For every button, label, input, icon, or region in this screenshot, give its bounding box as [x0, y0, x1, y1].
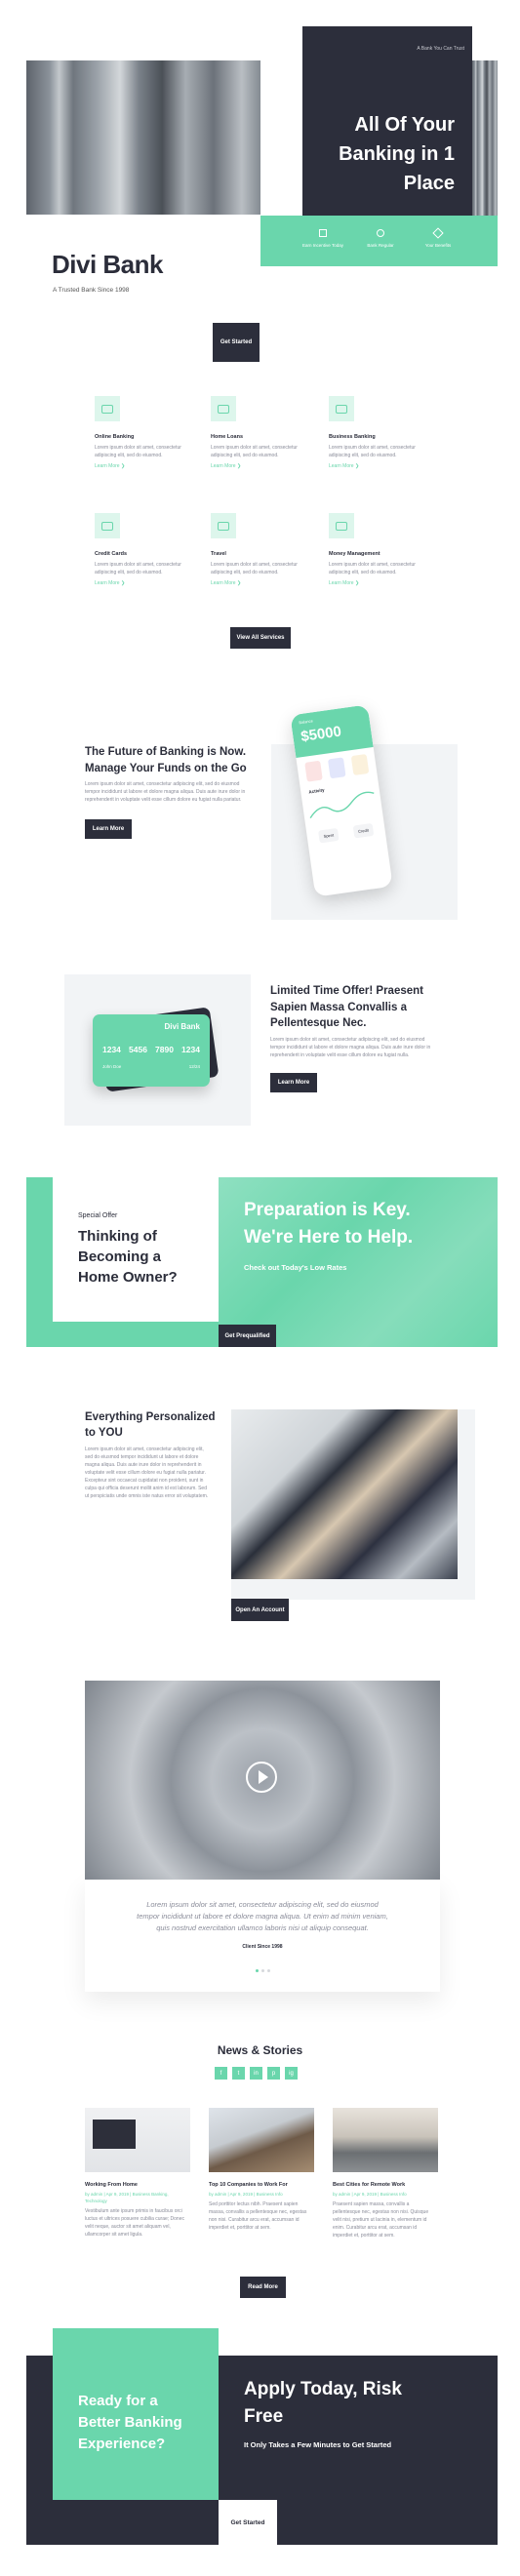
footer-cta-sub: It Only Takes a Few Minutes to Get Start…	[244, 2440, 392, 2449]
service-business-banking: Business Banking Lorem ipsum dolor sit a…	[329, 396, 426, 469]
footer-get-started-button[interactable]: Get Started	[219, 2500, 277, 2545]
news-item[interactable]: Working From Home by admin | Apr 9, 2019…	[85, 2108, 190, 2239]
monitor-icon	[95, 396, 120, 421]
hero-get-started-button[interactable]: Get Started	[213, 323, 260, 362]
personal-text: Lorem ipsum dolor sit amet, consectetur …	[85, 1447, 209, 1499]
home-image: Preparation is Key. We're Here to Help. …	[219, 1177, 498, 1347]
service-link[interactable]: Learn More ❯	[95, 463, 192, 469]
card-number: 1234 5456 7890 1234	[102, 1045, 200, 1054]
future-learn-more-button[interactable]: Learn More	[85, 819, 132, 839]
testimonial-author: Client Since 1998	[242, 1944, 283, 1950]
offer-title: Limited Time Offer! Praesent Sapien Mass…	[270, 985, 423, 1029]
star-icon	[432, 227, 444, 239]
money-icon	[329, 513, 354, 538]
home-headline: Preparation is Key. We're Here to Help.	[244, 1200, 414, 1248]
read-more-button[interactable]: Read More	[240, 2277, 286, 2298]
view-all-services-button[interactable]: View All Services	[230, 627, 291, 649]
brand-title: Divi Bank	[52, 250, 164, 279]
slider-dots[interactable]	[85, 1969, 440, 1972]
service-credit-cards: Credit Cards Lorem ipsum dolor sit amet,…	[95, 513, 192, 586]
news-image	[209, 2108, 314, 2172]
footer-cta-left: Ready for a Better Banking Experience?	[53, 2328, 219, 2500]
personal-image	[231, 1409, 458, 1579]
plane-icon	[211, 513, 236, 538]
calculator-icon	[319, 229, 327, 237]
testimonial-quote: Lorem ipsum dolor sit amet, consectetur …	[137, 1900, 388, 1932]
credit-card: Divi Bank 1234 5456 7890 1234 John Doe 1…	[93, 1014, 210, 1087]
card-brand: Divi Bank	[164, 1022, 200, 1031]
home-sub: Check out Today's Low Rates	[244, 1263, 347, 1272]
brand-tagline: A Trusted Bank Since 1998	[53, 287, 130, 294]
feature-2: Bank Regular	[357, 229, 404, 248]
service-link[interactable]: Learn More ❯	[95, 580, 192, 586]
piggy-icon	[377, 229, 384, 237]
feature-3: Your Benefits	[415, 227, 461, 248]
hero-image	[26, 60, 260, 215]
card-name: John Doe	[102, 1064, 122, 1069]
service-home-loans: Home Loans Lorem ipsum dolor sit amet, c…	[211, 396, 308, 469]
home-title: Thinking of Becoming a Home Owner?	[78, 1228, 178, 1286]
future-title: The Future of Banking is Now. Manage You…	[85, 746, 247, 774]
phone-balance: $5000	[300, 723, 342, 746]
service-travel: Travel Lorem ipsum dolor sit amet, conse…	[211, 513, 308, 586]
feature-1: Earn Incentive Today	[300, 229, 346, 248]
briefcase-icon	[329, 396, 354, 421]
facebook-icon[interactable]: f	[215, 2067, 227, 2080]
open-account-button[interactable]: Open An Account	[231, 1599, 289, 1621]
service-link[interactable]: Learn More ❯	[329, 463, 426, 469]
home-white-box: Special Offer Thinking of Becoming a Hom…	[53, 1177, 219, 1322]
future-text: Lorem ipsum dolor sit amet, consectetur …	[85, 781, 246, 803]
hero-features-bar: Earn Incentive Today Bank Regular Your B…	[260, 216, 498, 266]
service-money-management: Money Management Lorem ipsum dolor sit a…	[329, 513, 426, 586]
pinterest-icon[interactable]: p	[267, 2067, 280, 2080]
service-link[interactable]: Learn More ❯	[329, 580, 426, 586]
get-prequalified-button[interactable]: Get Prequalified	[219, 1325, 276, 1347]
news-item[interactable]: Top 10 Companies to Work For by admin | …	[209, 2108, 314, 2232]
footer-cta-headline: Apply Today, Risk Free	[244, 2379, 402, 2427]
service-link[interactable]: Learn More ❯	[211, 580, 308, 586]
hero-headline-box: A Bank You Can Trust All Of Your Banking…	[302, 26, 472, 216]
linkedin-icon[interactable]: in	[250, 2067, 262, 2080]
home-kicker: Special Offer	[78, 1212, 118, 1219]
offer-learn-more-button[interactable]: Learn More	[270, 1073, 317, 1092]
play-button[interactable]	[246, 1762, 277, 1793]
news-image	[333, 2108, 438, 2172]
hero-headline: All Of Your Banking in 1 Place	[339, 114, 455, 194]
instagram-icon[interactable]: ig	[285, 2067, 298, 2080]
social-icons: f t in p ig	[215, 2067, 298, 2080]
twitter-icon[interactable]: t	[232, 2067, 245, 2080]
service-link[interactable]: Learn More ❯	[211, 463, 308, 469]
personal-title: Everything Personalized to YOU	[85, 1411, 216, 1439]
offer-text: Lorem ipsum dolor sit amet, consectetur …	[270, 1037, 431, 1058]
credit-card-icon	[95, 513, 120, 538]
home-icon	[211, 396, 236, 421]
hero-top-note: A Bank You Can Trust	[417, 46, 464, 52]
news-image	[85, 2108, 190, 2172]
card-exp: 12/24	[188, 1064, 200, 1069]
news-title: News & Stories	[217, 2043, 303, 2057]
testimonial-card: Lorem ipsum dolor sit amet, consectetur …	[85, 1880, 440, 1992]
footer-cta-left-text: Ready for a Better Banking Experience?	[78, 2393, 182, 2452]
news-item[interactable]: Best Cities for Remote Work by admin | A…	[333, 2108, 438, 2239]
service-online-banking: Online Banking Lorem ipsum dolor sit ame…	[95, 396, 192, 469]
play-icon	[258, 1770, 268, 1784]
hero-image-right	[472, 60, 498, 216]
